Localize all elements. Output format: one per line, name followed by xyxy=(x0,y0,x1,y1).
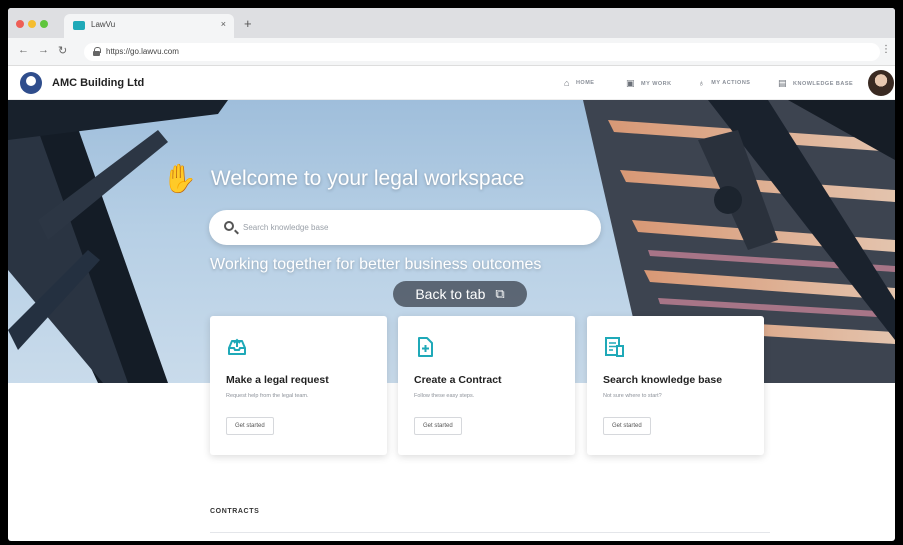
address-bar[interactable]: https://go.lawvu.com xyxy=(84,43,880,61)
card-title: Make a legal request xyxy=(226,374,329,386)
user-avatar[interactable] xyxy=(868,70,894,96)
nav-my-actions-label: MY ACTIONS xyxy=(711,80,751,86)
book-icon: ▤ xyxy=(778,78,788,88)
minimize-window-button[interactable] xyxy=(28,20,36,28)
back-arrow-icon[interactable]: ← xyxy=(18,44,29,56)
company-name[interactable]: AMC Building Ltd xyxy=(52,77,144,89)
inbox-upload-icon xyxy=(228,338,246,355)
nav-knowledge-base[interactable]: ▤ KNOWLEDGE BASE xyxy=(778,78,853,89)
knowledge-doc-icon xyxy=(605,337,624,357)
card-title: Create a Contract xyxy=(414,374,502,386)
waving-hand-icon: ✋ xyxy=(162,163,197,194)
lawvu-favicon-icon xyxy=(73,21,85,30)
get-started-button[interactable]: Get started xyxy=(414,417,462,435)
card-title: Search knowledge base xyxy=(603,374,723,386)
new-tab-button[interactable]: + xyxy=(244,16,252,31)
back-to-tab-button[interactable]: Back to tab ⧉ xyxy=(393,281,527,307)
close-window-button[interactable] xyxy=(16,20,24,28)
nav-home-label: HOME xyxy=(575,80,595,86)
home-icon: ⌂ xyxy=(564,78,570,88)
browser-menu-icon[interactable]: ⋮ xyxy=(881,44,891,55)
tab-close-icon[interactable]: × xyxy=(221,19,226,29)
url-text: https://go.lawvu.com xyxy=(106,47,179,56)
welcome-title: Welcome to your legal workspace xyxy=(210,166,525,190)
app-header: AMC Building Ltd ⌂ HOME ▣ MY WORK ♁ MY A… xyxy=(8,66,895,100)
welcome-row: ✋ Welcome to your legal workspace xyxy=(162,162,524,195)
briefcase-icon: ▣ xyxy=(626,78,636,88)
get-started-button[interactable]: Get started xyxy=(226,417,274,435)
lightbulb-icon: ♁ xyxy=(698,78,706,88)
forward-arrow-icon[interactable]: → xyxy=(38,44,49,56)
nav-my-actions[interactable]: ♁ MY ACTIONS xyxy=(698,78,750,88)
external-link-icon: ⧉ xyxy=(495,286,505,301)
nav-home[interactable]: ⌂ HOME xyxy=(564,78,594,88)
company-logo-icon[interactable] xyxy=(20,72,42,94)
get-started-button[interactable]: Get started xyxy=(603,417,651,435)
back-to-tab-label: Back to tab xyxy=(415,286,486,302)
card-description: Request help from the legal team. xyxy=(226,393,309,399)
search-icon xyxy=(224,221,234,231)
hero-tagline: Working together for better business out… xyxy=(210,256,542,273)
lock-icon xyxy=(93,47,101,56)
browser-window: LawVu × + ← → ↻ https://go.lawvu.com ⋮ A… xyxy=(8,8,895,541)
nav-my-work[interactable]: ▣ MY WORK xyxy=(626,78,672,89)
document-add-icon xyxy=(418,337,433,357)
card-description: Follow these easy steps. xyxy=(414,393,475,399)
reload-icon[interactable]: ↻ xyxy=(58,44,67,57)
knowledge-search-box[interactable] xyxy=(209,210,601,245)
nav-knowledge-base-label: KNOWLEDGE BASE xyxy=(793,80,854,87)
section-divider xyxy=(210,532,770,533)
card-description: Not sure where to start? xyxy=(603,393,662,399)
maximize-window-button[interactable] xyxy=(40,20,48,28)
card-create-contract[interactable]: Create a Contract Follow these easy step… xyxy=(398,316,575,455)
nav-my-work-label: MY WORK xyxy=(641,80,672,87)
tab-title: LawVu xyxy=(91,20,116,29)
browser-tab-strip: LawVu × + xyxy=(8,8,895,38)
contracts-section-label: CONTRACTS xyxy=(210,508,260,515)
search-input[interactable] xyxy=(243,219,583,235)
browser-tab[interactable]: LawVu × xyxy=(64,14,234,38)
browser-toolbar: ← → ↻ https://go.lawvu.com ⋮ xyxy=(8,38,895,66)
card-make-legal-request[interactable]: Make a legal request Request help from t… xyxy=(210,316,387,455)
card-search-knowledge-base[interactable]: Search knowledge base Not sure where to … xyxy=(587,316,764,455)
